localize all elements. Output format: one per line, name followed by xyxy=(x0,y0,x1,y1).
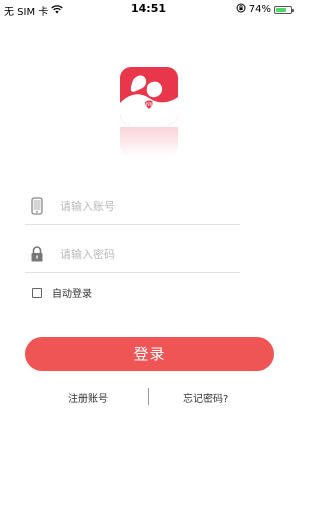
login-button[interactable]: 登录 xyxy=(25,337,274,371)
link-divider xyxy=(148,388,149,405)
lock-icon xyxy=(30,245,44,263)
account-field xyxy=(25,190,240,225)
register-link[interactable]: 注册账号 xyxy=(68,390,108,405)
auto-login-label: 自动登录 xyxy=(52,289,92,300)
svg-text:LNW: LNW xyxy=(143,102,155,108)
account-input[interactable] xyxy=(60,196,235,216)
phone-icon xyxy=(30,197,44,215)
app-logo-icon: LNW xyxy=(120,67,178,125)
battery-level-fill xyxy=(276,7,286,12)
auto-login-row[interactable]: 自动登录 xyxy=(32,285,92,300)
footer-links: 注册账号 忘记密码? xyxy=(0,388,297,406)
password-input[interactable] xyxy=(60,244,235,264)
auto-login-checkbox[interactable] xyxy=(32,287,42,298)
battery-icon xyxy=(274,5,294,14)
status-bar: 无 SIM 卡 14:51 74% xyxy=(0,0,297,18)
forgot-password-link[interactable]: 忘记密码? xyxy=(183,390,228,405)
password-field xyxy=(25,238,240,273)
battery-percent: 74% xyxy=(248,4,271,15)
orientation-lock-icon xyxy=(236,3,246,16)
logo-reflection xyxy=(120,127,178,157)
status-right: 74% xyxy=(236,3,294,16)
